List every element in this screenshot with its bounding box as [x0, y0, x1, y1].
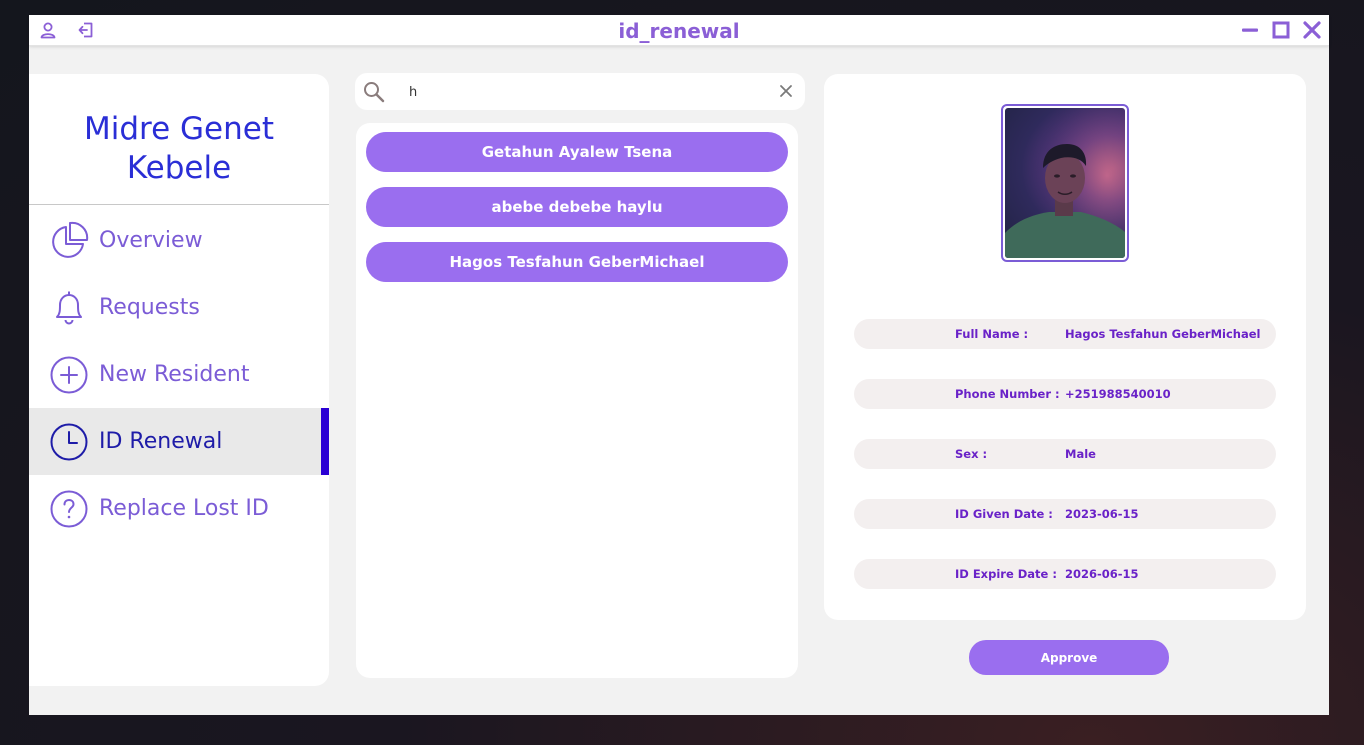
sidebar-item-label: Replace Lost ID [99, 496, 269, 521]
field-value: Hagos Tesfahun GeberMichael [1065, 327, 1261, 341]
pie-chart-icon [49, 221, 89, 261]
brand-title: Midre Genet Kebele [84, 111, 274, 186]
divider [29, 204, 329, 205]
avatar [1005, 108, 1125, 258]
minimize-icon[interactable] [1241, 20, 1259, 40]
sidebar-item-label: ID Renewal [99, 429, 223, 454]
title-bar: id_renewal [29, 15, 1329, 46]
active-indicator [321, 408, 329, 475]
result-item[interactable]: Hagos Tesfahun GeberMichael [366, 242, 788, 282]
sidebar-item-new-resident[interactable]: New Resident [29, 341, 329, 408]
resident-detail-panel: Full Name : Hagos Tesfahun GeberMichael … [824, 74, 1306, 620]
window-title: id_renewal [618, 19, 740, 43]
field-value: 2023-06-15 [1065, 507, 1139, 521]
search-results-list: Getahun Ayalew Tsena abebe debebe haylu … [356, 123, 798, 678]
field-label: ID Expire Date : [955, 567, 1057, 581]
field-value: +251988540010 [1065, 387, 1171, 401]
approve-button[interactable]: Approve [969, 640, 1169, 675]
sidebar-item-overview[interactable]: Overview [29, 207, 329, 274]
maximize-icon[interactable] [1272, 20, 1290, 40]
phone-number-field: Phone Number : +251988540010 [854, 379, 1276, 409]
sex-field: Sex : Male [854, 439, 1276, 469]
resident-photo [1001, 104, 1129, 262]
close-icon[interactable] [1303, 20, 1321, 40]
result-item[interactable]: abebe debebe haylu [366, 187, 788, 227]
sidebar-item-label: New Resident [99, 362, 250, 387]
sidebar-item-requests[interactable]: Requests [29, 274, 329, 341]
full-name-field: Full Name : Hagos Tesfahun GeberMichael [854, 319, 1276, 349]
result-item[interactable]: Getahun Ayalew Tsena [366, 132, 788, 172]
field-label: Phone Number : [955, 387, 1060, 401]
sidebar-item-label: Requests [99, 295, 200, 320]
field-label: Full Name : [955, 327, 1029, 341]
field-value: Male [1065, 447, 1096, 461]
field-label: ID Given Date : [955, 507, 1053, 521]
field-label: Sex : [955, 447, 988, 461]
sidebar-item-id-renewal[interactable]: ID Renewal [29, 408, 329, 475]
field-value: 2026-06-15 [1065, 567, 1139, 581]
search-icon [363, 81, 385, 103]
clock-icon [49, 422, 89, 462]
help-circle-icon [49, 489, 89, 529]
app-window: id_renewal Midre Genet Kebele Overview R… [29, 15, 1329, 715]
clear-search-icon[interactable] [779, 84, 793, 98]
bell-icon [49, 288, 89, 328]
sidebar-item-replace-lost-id[interactable]: Replace Lost ID [29, 475, 329, 542]
search-bar [355, 73, 805, 110]
sidebar: Midre Genet Kebele Overview Requests New … [29, 74, 329, 686]
plus-circle-icon [49, 355, 89, 395]
search-input[interactable] [409, 82, 769, 102]
id-given-date-field: ID Given Date : 2023-06-15 [854, 499, 1276, 529]
id-expire-date-field: ID Expire Date : 2026-06-15 [854, 559, 1276, 589]
sidebar-item-label: Overview [99, 228, 203, 253]
window-controls [1241, 20, 1321, 40]
